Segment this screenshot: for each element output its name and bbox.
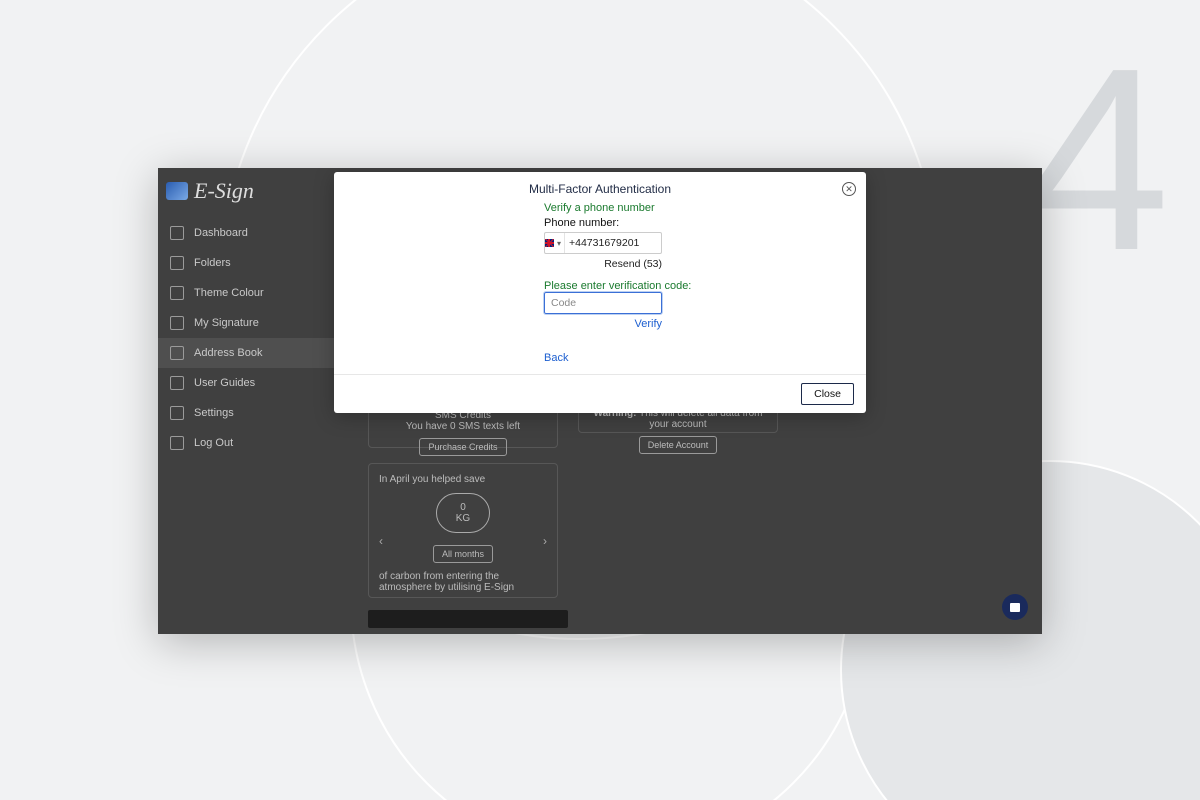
purchase-credits-button[interactable]: Purchase Credits — [419, 438, 506, 456]
cloud-icon: 0 KG — [436, 493, 490, 533]
modal-close-button[interactable]: ✕ — [842, 182, 856, 196]
sidebar-item-dashboard[interactable]: Dashboard — [158, 218, 358, 248]
carbon-value: 0 — [460, 502, 466, 513]
verify-heading: Verify a phone number — [544, 202, 820, 214]
card-status: You have 0 SMS texts left — [379, 421, 547, 432]
brand-logo-icon — [166, 182, 188, 200]
resend-link[interactable]: Resend (53) — [544, 258, 662, 270]
carbon-unit: KG — [456, 513, 470, 524]
sidebar-item-label: Folders — [194, 257, 231, 269]
sidebar-item-user-guides[interactable]: User Guides — [158, 368, 358, 398]
sidebar-item-label: Log Out — [194, 437, 233, 449]
signature-icon — [170, 316, 184, 330]
sidebar-item-log-out[interactable]: Log Out — [158, 428, 358, 458]
modal-title: Multi-Factor Authentication — [334, 172, 866, 202]
verify-link[interactable]: Verify — [544, 318, 662, 330]
grid-icon — [170, 226, 184, 240]
close-button[interactable]: Close — [801, 383, 854, 405]
phone-field[interactable]: ▾ — [544, 232, 662, 254]
sidebar-item-label: Dashboard — [194, 227, 248, 239]
carbon-trail: of carbon from entering the atmosphere b… — [379, 571, 547, 593]
palette-icon — [170, 286, 184, 300]
chat-icon — [1010, 603, 1020, 612]
sidebar-item-my-signature[interactable]: My Signature — [158, 308, 358, 338]
folder-icon — [170, 256, 184, 270]
brand: E-Sign — [158, 168, 358, 218]
sidebar-item-label: My Signature — [194, 317, 259, 329]
chevron-left-icon[interactable]: ‹ — [379, 534, 383, 548]
sidebar-nav: Dashboard Folders Theme Colour My Signat… — [158, 218, 358, 458]
delete-account-button[interactable]: Delete Account — [639, 436, 718, 454]
sidebar-item-label: User Guides — [194, 377, 255, 389]
verification-code-input[interactable] — [544, 292, 662, 314]
sidebar-item-theme-colour[interactable]: Theme Colour — [158, 278, 358, 308]
book-icon — [170, 376, 184, 390]
chevron-right-icon[interactable]: › — [543, 534, 547, 548]
sidebar-item-label: Address Book — [194, 347, 262, 359]
sidebar-item-settings[interactable]: Settings — [158, 398, 358, 428]
range-button[interactable]: All months — [433, 545, 493, 563]
app-window: E-Sign Dashboard Folders Theme Colour My… — [158, 168, 1042, 634]
mfa-modal: ✕ Multi-Factor Authentication Verify a p… — [334, 172, 866, 413]
carbon-lead: In April you helped save — [379, 474, 547, 485]
country-flag-picker[interactable]: ▾ — [545, 233, 565, 253]
back-link[interactable]: Back — [544, 352, 820, 364]
logout-icon — [170, 436, 184, 450]
chevron-down-icon: ▾ — [554, 239, 564, 248]
step-number: 4 — [1025, 30, 1170, 290]
uk-flag-icon — [545, 239, 554, 247]
close-icon: ✕ — [845, 184, 853, 195]
chat-fab[interactable] — [1002, 594, 1028, 620]
phone-label: Phone number: — [544, 217, 820, 229]
phone-input[interactable] — [565, 237, 645, 249]
contacts-icon — [170, 346, 184, 360]
sidebar-item-address-book[interactable]: Address Book — [158, 338, 358, 368]
sidebar-item-label: Theme Colour — [194, 287, 264, 299]
gear-icon — [170, 406, 184, 420]
modal-footer: Close — [334, 374, 866, 413]
sidebar-item-label: Settings — [194, 407, 234, 419]
sidebar-item-folders[interactable]: Folders — [158, 248, 358, 278]
modal-body: Verify a phone number Phone number: ▾ Re… — [334, 202, 866, 374]
card-carbon-savings: In April you helped save ‹ › 0 KG All mo… — [368, 463, 558, 598]
code-label: Please enter verification code: — [544, 280, 820, 292]
sidebar: E-Sign Dashboard Folders Theme Colour My… — [158, 168, 358, 634]
footer-bar — [368, 610, 568, 628]
brand-name: E-Sign — [194, 178, 254, 204]
